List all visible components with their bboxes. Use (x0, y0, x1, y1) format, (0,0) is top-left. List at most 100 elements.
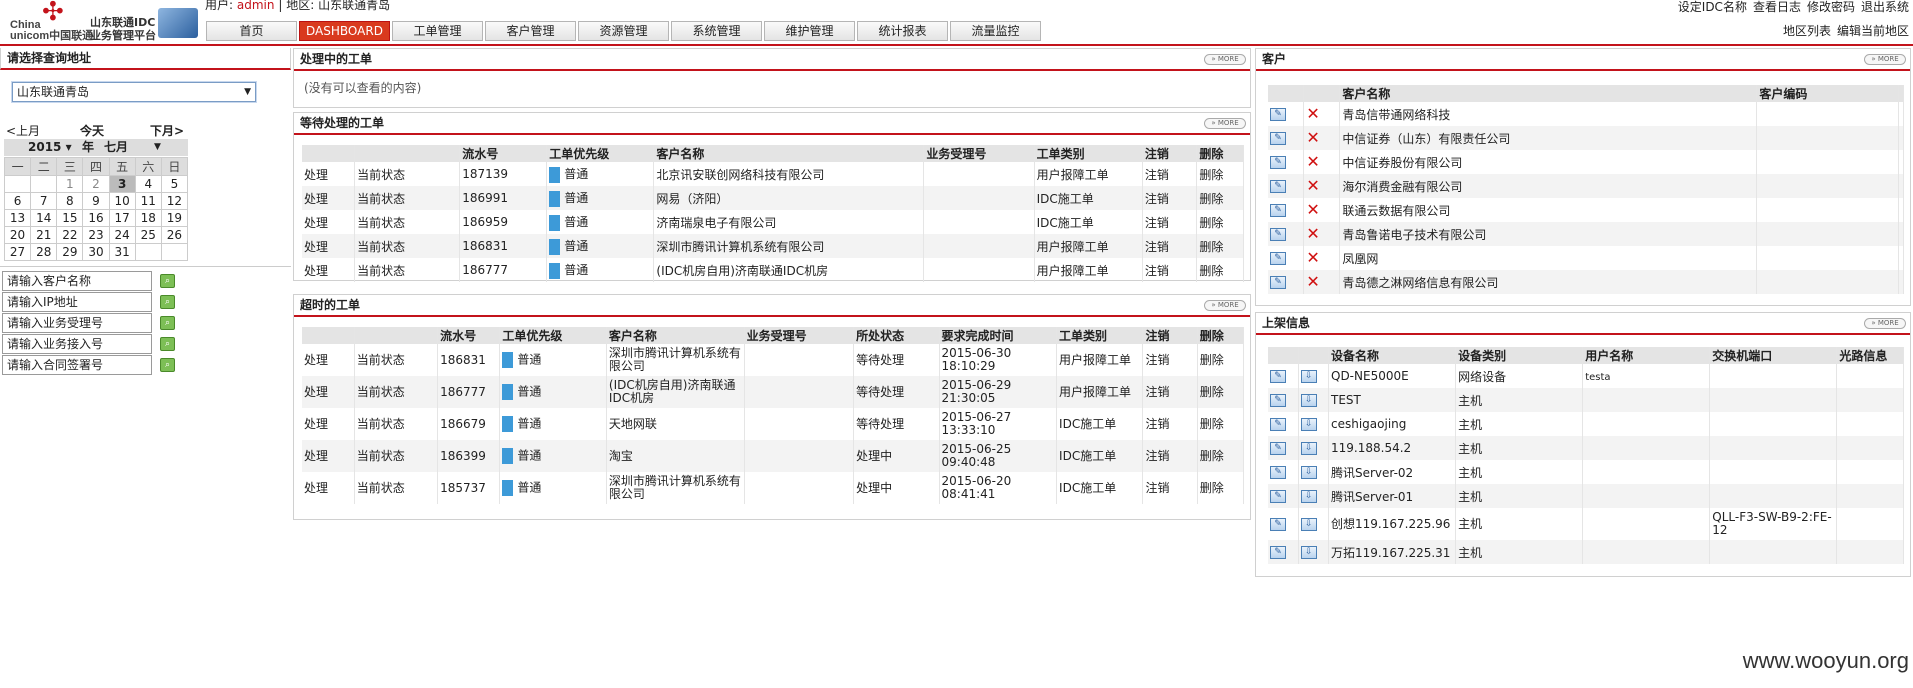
edit-icon[interactable]: ✎ (1270, 370, 1286, 383)
customer-name[interactable]: 青岛德之淋网络信息有限公司 (1342, 276, 1498, 290)
document-icon[interactable]: ⇩ (1300, 418, 1317, 431)
search-icon[interactable]: ⌕ (160, 274, 175, 288)
edit-icon[interactable]: ✎ (1270, 108, 1286, 121)
delete-icon[interactable]: ✕ (1306, 200, 1319, 219)
device-name[interactable]: 腾讯Server-01 (1331, 490, 1413, 504)
document-icon[interactable]: ⇩ (1300, 370, 1317, 383)
edit-icon[interactable]: ✎ (1270, 180, 1286, 193)
delete-icon[interactable]: ✕ (1306, 104, 1319, 123)
calendar-day[interactable]: 29 (56, 243, 84, 261)
cancel-link[interactable]: 注销 (1145, 240, 1169, 254)
delete-icon[interactable]: ✕ (1306, 248, 1319, 267)
cancel-link[interactable]: 注销 (1145, 264, 1169, 278)
handle-link[interactable]: 处理 (304, 417, 328, 431)
calendar-day[interactable]: 21 (30, 226, 58, 244)
delete-link[interactable]: 删除 (1199, 168, 1223, 182)
handle-link[interactable]: 处理 (304, 192, 328, 206)
calendar-day[interactable]: 6 (3, 192, 32, 210)
nav-tab-7[interactable]: 统计报表 (857, 21, 948, 41)
sub-link-1[interactable]: 编辑当前地区 (1837, 24, 1909, 38)
calendar-day[interactable]: 19 (160, 209, 189, 227)
delete-icon[interactable]: ✕ (1306, 224, 1319, 243)
customer-name[interactable]: 中信证券（山东）有限责任公司 (1342, 132, 1510, 146)
nav-tab-2[interactable]: 工单管理 (392, 21, 483, 41)
edit-icon[interactable]: ✎ (1270, 517, 1286, 531)
calendar-day[interactable]: 30 (82, 243, 110, 261)
customer-name[interactable]: 联通云数据有限公司 (1342, 204, 1450, 218)
search-icon[interactable]: ⌕ (160, 295, 175, 309)
top-link-3[interactable]: 退出系统 (1861, 0, 1909, 14)
document-icon[interactable]: ⇩ (1300, 517, 1317, 531)
handle-link[interactable]: 处理 (304, 481, 328, 495)
edit-icon[interactable]: ✎ (1270, 228, 1286, 241)
calendar-day[interactable]: 2 (82, 175, 110, 193)
calendar-day[interactable]: 31 (108, 243, 136, 261)
customer-name[interactable]: 海尔消费金融有限公司 (1342, 180, 1462, 194)
nav-tab-3[interactable]: 客户管理 (485, 21, 576, 41)
today-link[interactable]: 今天 (80, 122, 104, 139)
device-name[interactable]: 创想119.167.225.96 (1331, 517, 1450, 531)
device-name[interactable]: ceshigaojing (1331, 417, 1406, 431)
delete-icon[interactable]: ✕ (1306, 272, 1319, 291)
document-icon[interactable]: ⇩ (1300, 490, 1317, 503)
handle-link[interactable]: 处理 (304, 385, 328, 399)
delete-icon[interactable]: ✕ (1306, 152, 1319, 171)
calendar-day[interactable]: 4 (134, 175, 162, 193)
delete-link[interactable]: 删除 (1199, 192, 1223, 206)
search-input-3[interactable]: 请输入业务接入号 (2, 334, 152, 354)
document-icon[interactable]: ⇩ (1300, 394, 1317, 407)
next-month-link[interactable]: 下月> (150, 122, 184, 139)
calendar-day[interactable]: 10 (108, 192, 136, 210)
calendar-day[interactable]: 20 (3, 226, 32, 244)
calendar-day[interactable]: 22 (56, 226, 84, 244)
calendar-day[interactable]: 27 (3, 243, 32, 261)
more-button[interactable]: » MORE (1204, 118, 1246, 129)
delete-link[interactable]: 删除 (1200, 449, 1224, 463)
edit-icon[interactable]: ✎ (1270, 490, 1286, 503)
cancel-link[interactable]: 注销 (1145, 385, 1169, 399)
nav-tab-8[interactable]: 流量监控 (950, 21, 1041, 41)
delete-icon[interactable]: ✕ (1306, 176, 1319, 195)
calendar-day[interactable]: 26 (160, 226, 189, 244)
edit-icon[interactable]: ✎ (1270, 418, 1286, 431)
device-name[interactable]: 腾讯Server-02 (1331, 466, 1413, 480)
calendar-day[interactable]: 14 (30, 209, 58, 227)
edit-icon[interactable]: ✎ (1270, 252, 1286, 265)
device-name[interactable]: QD-NE5000E (1331, 369, 1409, 383)
customer-name[interactable]: 中信证券股份有限公司 (1342, 156, 1462, 170)
nav-tab-0[interactable]: 首页 (206, 21, 297, 41)
search-icon[interactable]: ⌕ (160, 337, 175, 351)
top-link-1[interactable]: 查看日志 (1753, 0, 1801, 14)
edit-icon[interactable]: ✎ (1270, 546, 1286, 559)
calendar-day[interactable]: 9 (82, 192, 110, 210)
top-link-0[interactable]: 设定IDC名称 (1678, 0, 1747, 14)
cancel-link[interactable]: 注销 (1145, 192, 1169, 206)
region-select[interactable]: 山东联通青岛 ▼ (12, 82, 256, 102)
search-input-0[interactable]: 请输入客户名称 (2, 271, 152, 291)
customer-name[interactable]: 青岛信带通网络科技 (1342, 108, 1450, 122)
more-button[interactable]: » MORE (1204, 300, 1246, 311)
delete-link[interactable]: 删除 (1199, 264, 1223, 278)
calendar-day[interactable]: 7 (30, 192, 58, 210)
prev-month-link[interactable]: <上月 (6, 122, 40, 139)
calendar-day[interactable]: 17 (108, 209, 136, 227)
delete-icon[interactable]: ✕ (1306, 128, 1319, 147)
edit-icon[interactable]: ✎ (1270, 442, 1286, 455)
device-name[interactable]: TEST (1331, 393, 1361, 407)
edit-icon[interactable]: ✎ (1270, 132, 1286, 145)
edit-icon[interactable]: ✎ (1270, 276, 1286, 289)
cancel-link[interactable]: 注销 (1145, 168, 1169, 182)
nav-tab-5[interactable]: 系统管理 (671, 21, 762, 41)
year-select[interactable]: 2015 ▾ (28, 139, 72, 156)
search-icon[interactable]: ⌕ (160, 358, 175, 372)
top-link-2[interactable]: 修改密码 (1807, 0, 1855, 14)
device-name[interactable]: 119.188.54.2 (1331, 441, 1411, 455)
handle-link[interactable]: 处理 (304, 449, 328, 463)
nav-tab-1[interactable]: DASHBOARD (299, 21, 390, 41)
cancel-link[interactable]: 注销 (1145, 353, 1169, 367)
handle-link[interactable]: 处理 (304, 168, 328, 182)
calendar-day[interactable]: 13 (3, 209, 32, 227)
delete-link[interactable]: 删除 (1200, 385, 1224, 399)
calendar-day[interactable]: 3 (108, 175, 136, 193)
customer-name[interactable]: 青岛鲁诺电子技术有限公司 (1342, 228, 1486, 242)
